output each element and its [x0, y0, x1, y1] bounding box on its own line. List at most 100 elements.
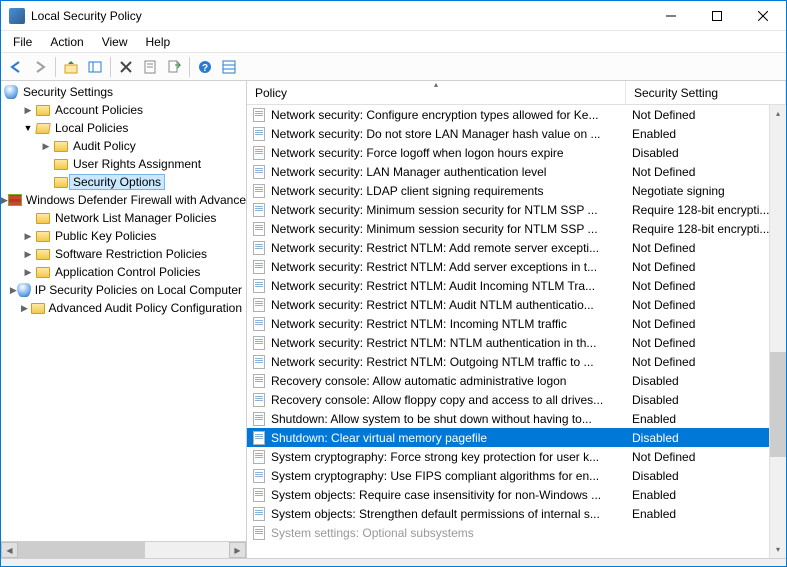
policy-row[interactable]: Network security: Restrict NTLM: Audit I…	[247, 276, 786, 295]
menu-help[interactable]: Help	[138, 33, 179, 51]
expand-icon[interactable]: ▶	[21, 229, 35, 243]
export-button[interactable]	[163, 56, 185, 78]
scroll-right-arrow[interactable]: ▶	[229, 542, 246, 558]
scroll-track[interactable]	[18, 542, 229, 558]
policy-row[interactable]: Network security: Restrict NTLM: Add ser…	[247, 257, 786, 276]
main-content: Security Settings ▶Account Policies▼Loca…	[1, 81, 786, 558]
policy-cell: Network security: LDAP client signing re…	[247, 183, 626, 199]
tree-horizontal-scrollbar[interactable]: ◀ ▶	[1, 541, 246, 558]
close-button[interactable]	[740, 1, 786, 31]
policy-row[interactable]: Network security: Restrict NTLM: NTLM au…	[247, 333, 786, 352]
policy-row[interactable]: System settings: Optional subsystems	[247, 523, 786, 542]
show-hide-tree-button[interactable]	[84, 56, 106, 78]
scroll-thumb[interactable]	[770, 352, 786, 457]
policy-row[interactable]: System cryptography: Use FIPS compliant …	[247, 466, 786, 485]
policy-row[interactable]: Network security: LDAP client signing re…	[247, 181, 786, 200]
tree-view[interactable]: Security Settings ▶Account Policies▼Loca…	[1, 81, 246, 541]
policy-row[interactable]: Network security: Force logoff when logo…	[247, 143, 786, 162]
toolbar-separator	[55, 57, 56, 77]
policy-cell: Network security: Minimum session securi…	[247, 221, 626, 237]
policy-row[interactable]: Recovery console: Allow automatic admini…	[247, 371, 786, 390]
policy-name: Network security: Restrict NTLM: Add ser…	[271, 260, 597, 274]
policy-row[interactable]: Network security: Configure encryption t…	[247, 105, 786, 124]
policy-name: System objects: Require case insensitivi…	[271, 488, 601, 502]
policy-row[interactable]: System cryptography: Force strong key pr…	[247, 447, 786, 466]
scroll-thumb[interactable]	[18, 542, 145, 558]
policy-row[interactable]: System objects: Require case insensitivi…	[247, 485, 786, 504]
policy-item-icon	[251, 373, 267, 389]
tree-node[interactable]: ▶ Software Restriction Policies	[1, 245, 246, 263]
policy-name: System cryptography: Use FIPS compliant …	[271, 469, 599, 483]
window-titlebar: Local Security Policy	[1, 1, 786, 31]
tree-node[interactable]: Security Options	[1, 173, 246, 191]
tree-node[interactable]: User Rights Assignment	[1, 155, 246, 173]
policy-row[interactable]: Network security: Do not store LAN Manag…	[247, 124, 786, 143]
list-body[interactable]: Network security: Configure encryption t…	[247, 105, 786, 558]
grid-icon	[222, 60, 236, 74]
policy-row[interactable]: Network security: Minimum session securi…	[247, 219, 786, 238]
tree-node-label: Windows Defender Firewall with Advanced …	[26, 193, 247, 207]
policy-row[interactable]: Network security: Minimum session securi…	[247, 200, 786, 219]
tree-node[interactable]: ▶Audit Policy	[1, 137, 246, 155]
tree-node[interactable]: ▶Advanced Audit Policy Configuration	[1, 299, 246, 317]
policy-item-icon	[251, 240, 267, 256]
maximize-button[interactable]	[694, 1, 740, 31]
menu-view[interactable]: View	[94, 33, 136, 51]
tree-node-label: Software Restriction Policies	[55, 247, 207, 261]
list-vertical-scrollbar[interactable]: ▴ ▾	[769, 105, 786, 558]
expand-icon[interactable]: ▶	[21, 265, 35, 279]
close-icon	[758, 11, 768, 21]
menu-file[interactable]: File	[5, 33, 40, 51]
scroll-left-arrow[interactable]: ◀	[1, 542, 18, 558]
policy-row[interactable]: Network security: Restrict NTLM: Outgoin…	[247, 352, 786, 371]
tree-node[interactable]: ▶ Windows Defender Firewall with Advanced…	[1, 191, 246, 209]
scroll-up-arrow[interactable]: ▴	[770, 105, 786, 122]
expand-icon[interactable]: ▶	[18, 301, 30, 315]
expand-icon[interactable]: ▶	[21, 247, 35, 261]
menu-action[interactable]: Action	[42, 33, 91, 51]
refresh-button[interactable]	[218, 56, 240, 78]
collapse-icon[interactable]: ▼	[21, 121, 35, 135]
setting-cell: Disabled	[626, 146, 786, 160]
policy-name: Shutdown: Allow system to be shut down w…	[271, 412, 592, 426]
scroll-track[interactable]	[770, 122, 786, 541]
policy-row[interactable]: Network security: Restrict NTLM: Add rem…	[247, 238, 786, 257]
column-header-policy[interactable]: Policy ▴	[247, 81, 626, 104]
policy-cell: Recovery console: Allow floppy copy and …	[247, 392, 626, 408]
column-header-setting[interactable]: Security Setting	[626, 81, 786, 104]
policy-item-icon	[251, 145, 267, 161]
expand-icon[interactable]: ▶	[21, 103, 35, 117]
properties-button[interactable]	[139, 56, 161, 78]
setting-cell: Not Defined	[626, 108, 786, 122]
policy-item-icon	[251, 354, 267, 370]
expand-icon[interactable]: ▶	[10, 283, 17, 297]
tree-node[interactable]: ▶Account Policies	[1, 101, 246, 119]
policy-cell: Network security: Restrict NTLM: Audit N…	[247, 297, 626, 313]
tree-node[interactable]: ▶IP Security Policies on Local Computer	[1, 281, 246, 299]
delete-button[interactable]	[115, 56, 137, 78]
forward-button[interactable]	[29, 56, 51, 78]
help-button[interactable]: ?	[194, 56, 216, 78]
back-button[interactable]	[5, 56, 27, 78]
tree-node[interactable]: Network List Manager Policies	[1, 209, 246, 227]
tree-node[interactable]: ▶Public Key Policies	[1, 227, 246, 245]
minimize-button[interactable]	[648, 1, 694, 31]
folder-icon	[35, 102, 51, 118]
tree-node[interactable]: ▶Application Control Policies	[1, 263, 246, 281]
scroll-down-arrow[interactable]: ▾	[770, 541, 786, 558]
policy-row[interactable]: Network security: Restrict NTLM: Incomin…	[247, 314, 786, 333]
tree-node[interactable]: ▼Local Policies	[1, 119, 246, 137]
setting-cell: Not Defined	[626, 260, 786, 274]
policy-row[interactable]: Recovery console: Allow floppy copy and …	[247, 390, 786, 409]
tree-root[interactable]: Security Settings	[1, 83, 246, 101]
policy-cell: System settings: Optional subsystems	[247, 525, 626, 541]
window-title: Local Security Policy	[31, 9, 648, 23]
up-parent-button[interactable]	[60, 56, 82, 78]
policy-row[interactable]: Network security: Restrict NTLM: Audit N…	[247, 295, 786, 314]
policy-row[interactable]: System objects: Strengthen default permi…	[247, 504, 786, 523]
policy-row[interactable]: Network security: LAN Manager authentica…	[247, 162, 786, 181]
policy-row[interactable]: Shutdown: Clear virtual memory pagefileD…	[247, 428, 786, 447]
policy-row[interactable]: Shutdown: Allow system to be shut down w…	[247, 409, 786, 428]
expand-icon[interactable]: ▶	[39, 139, 53, 153]
expand-icon[interactable]: ▶	[1, 193, 8, 207]
